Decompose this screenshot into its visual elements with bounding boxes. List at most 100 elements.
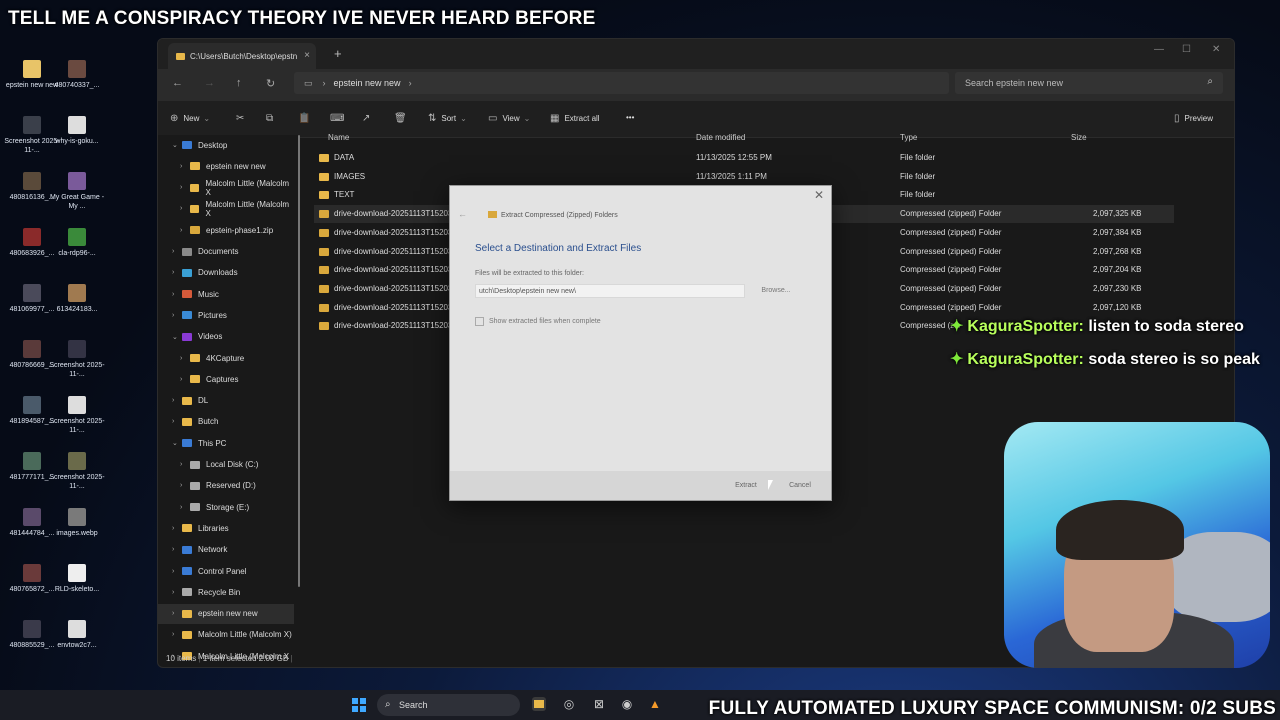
desktop-icon[interactable]: Screenshot 2025-11-...: [47, 396, 107, 435]
search-input[interactable]: Search epstein new new ⌕: [955, 72, 1223, 94]
file-row[interactable]: IMAGES 11/13/2025 1:11 PM File folder: [314, 168, 1174, 186]
chevron-right-icon[interactable]: ›: [172, 418, 182, 425]
chevron-right-icon[interactable]: ›: [180, 482, 190, 489]
chevron-right-icon[interactable]: ›: [172, 589, 182, 596]
chevron-right-icon[interactable]: ›: [180, 461, 190, 468]
forward-icon[interactable]: →: [204, 77, 215, 89]
chevron-right-icon[interactable]: ›: [180, 205, 190, 212]
sidebar-item[interactable]: › DL: [158, 391, 294, 411]
sidebar-item[interactable]: › Local Disk (C:): [158, 455, 294, 475]
refresh-icon[interactable]: ↻: [266, 77, 275, 90]
sidebar-item[interactable]: › Control Panel: [158, 561, 294, 581]
chevron-right-icon[interactable]: ›: [172, 248, 182, 255]
sidebar-item[interactable]: › Recycle Bin: [158, 582, 294, 602]
sort-button[interactable]: ⇅ Sort ⌄: [428, 113, 467, 124]
column-size[interactable]: Size: [1071, 133, 1087, 142]
sidebar-item[interactable]: › Malcolm Little (Malcolm X: [158, 199, 294, 219]
explorer-tab[interactable]: C:\Users\Butch\Desktop\epstn ×: [168, 43, 316, 69]
chevron-right-icon[interactable]: ›: [180, 504, 190, 511]
sidebar-item[interactable]: › Downloads: [158, 263, 294, 283]
new-button[interactable]: ⊕ New ⌄: [170, 113, 210, 124]
desktop-icon[interactable]: 6134241​83...: [47, 284, 107, 314]
close-dialog-icon[interactable]: ✕: [814, 188, 824, 202]
sidebar-item[interactable]: › Reserved (D:): [158, 476, 294, 496]
chevron-down-icon[interactable]: ⌄: [172, 141, 182, 149]
chevron-right-icon[interactable]: ›: [180, 163, 190, 170]
copy-icon[interactable]: ⧉: [266, 113, 278, 124]
cut-icon[interactable]: ✂: [236, 113, 249, 124]
chevron-right-icon[interactable]: ›: [172, 546, 182, 553]
back-arrow-icon[interactable]: ←: [458, 209, 467, 219]
app-taskbar-icon[interactable]: ◉: [620, 697, 634, 711]
close-tab-icon[interactable]: ×: [304, 50, 310, 61]
sidebar-item[interactable]: › Malcolm Little (Malcolm X): [158, 625, 294, 645]
maximize-button[interactable]: ☐: [1182, 44, 1191, 55]
desktop-icon[interactable]: images.webp: [47, 508, 107, 538]
sidebar-item[interactable]: › Music: [158, 284, 294, 304]
column-type[interactable]: Type: [900, 133, 917, 142]
taskbar-search[interactable]: ⌕ Search: [377, 694, 520, 716]
more-options-button[interactable]: •••: [626, 113, 634, 122]
sidebar-item[interactable]: ⌄ Videos: [158, 327, 294, 347]
sidebar-item[interactable]: › Pictures: [158, 305, 294, 325]
sidebar-item[interactable]: › epstein new new: [158, 603, 294, 624]
column-date[interactable]: Date modified: [696, 133, 745, 142]
chevron-right-icon[interactable]: ›: [180, 376, 190, 383]
chevron-down-icon[interactable]: ⌄: [172, 439, 182, 447]
browse-button[interactable]: Browse...: [752, 284, 800, 298]
extract-button[interactable]: Extract: [724, 479, 768, 492]
sidebar-item[interactable]: › epstein-phase1.zip: [158, 220, 294, 240]
sidebar-item[interactable]: ⌄ This PC: [158, 433, 294, 453]
sidebar-item[interactable]: › Captures: [158, 369, 294, 389]
file-row[interactable]: DATA 11/13/2025 12:55 PM File folder: [314, 149, 1174, 167]
chevron-right-icon[interactable]: ›: [180, 227, 190, 234]
windows-start-icon[interactable]: [352, 698, 366, 712]
destination-path-input[interactable]: utch\Desktop\epstein new new\: [475, 284, 745, 298]
view-button[interactable]: ▭ View ⌄: [488, 113, 530, 124]
chevron-right-icon[interactable]: ›: [172, 568, 182, 575]
sidebar-item[interactable]: › Malcolm Little (Malcolm X: [158, 178, 294, 198]
chevron-right-icon[interactable]: ›: [172, 610, 182, 617]
desktop-icon[interactable]: cla-rdp96-...: [47, 228, 107, 258]
desktop-icon[interactable]: My Great Game - My ...: [47, 172, 107, 211]
desktop-icon[interactable]: Screenshot 2025-11-...: [47, 452, 107, 491]
preview-button[interactable]: ▯ Preview: [1174, 113, 1213, 124]
chevron-right-icon[interactable]: ›: [172, 269, 182, 276]
chevron-right-icon[interactable]: ›: [172, 397, 182, 404]
sidebar-item[interactable]: ⌄ Desktop: [158, 135, 294, 155]
delete-icon[interactable]: 🗑: [394, 113, 412, 124]
checkbox-box[interactable]: [475, 317, 484, 326]
chevron-right-icon[interactable]: ›: [172, 525, 182, 532]
desktop-icon[interactable]: RLD-skeleto...: [47, 564, 107, 594]
desktop-icon[interactable]: Screenshot 2025-11-...: [47, 340, 107, 379]
share-icon[interactable]: ↗: [362, 113, 375, 124]
address-bar[interactable]: ▭ › epstein new new ›: [294, 72, 949, 94]
chevron-right-icon[interactable]: ›: [180, 355, 190, 362]
sidebar-item[interactable]: › Storage (E:): [158, 497, 294, 517]
new-tab-button[interactable]: +: [334, 46, 342, 61]
chevron-right-icon[interactable]: ›: [172, 312, 182, 319]
rename-icon[interactable]: ⌨: [330, 113, 349, 124]
sidebar-item[interactable]: › Libraries: [158, 518, 294, 538]
app-taskbar-icon[interactable]: ◎: [562, 697, 576, 711]
show-files-checkbox[interactable]: Show extracted files when complete: [475, 317, 601, 326]
sidebar-item[interactable]: › epstein new new: [158, 156, 294, 176]
back-icon[interactable]: ←: [172, 77, 183, 89]
sidebar-item[interactable]: › Butch: [158, 412, 294, 432]
sidebar-scrollbar[interactable]: [298, 135, 300, 587]
chevron-right-icon[interactable]: ›: [172, 631, 182, 638]
close-window-button[interactable]: ✕: [1212, 44, 1220, 55]
up-icon[interactable]: ↑: [236, 77, 242, 89]
chevron-down-icon[interactable]: ⌄: [172, 333, 182, 341]
app-taskbar-icon[interactable]: ⊠: [592, 697, 606, 711]
cancel-button[interactable]: Cancel: [778, 479, 822, 492]
chevron-right-icon[interactable]: ›: [180, 184, 190, 191]
sidebar-item[interactable]: › Documents: [158, 242, 294, 262]
desktop-icon[interactable]: 480740337_...: [47, 60, 107, 90]
column-name[interactable]: Name: [328, 133, 349, 142]
file-explorer-taskbar-icon[interactable]: [532, 697, 546, 711]
sidebar-item[interactable]: › Network: [158, 540, 294, 560]
desktop-icon[interactable]: why-is-goku...: [47, 116, 107, 146]
sidebar-item[interactable]: › 4KCapture: [158, 348, 294, 368]
minimize-button[interactable]: —: [1154, 44, 1164, 55]
